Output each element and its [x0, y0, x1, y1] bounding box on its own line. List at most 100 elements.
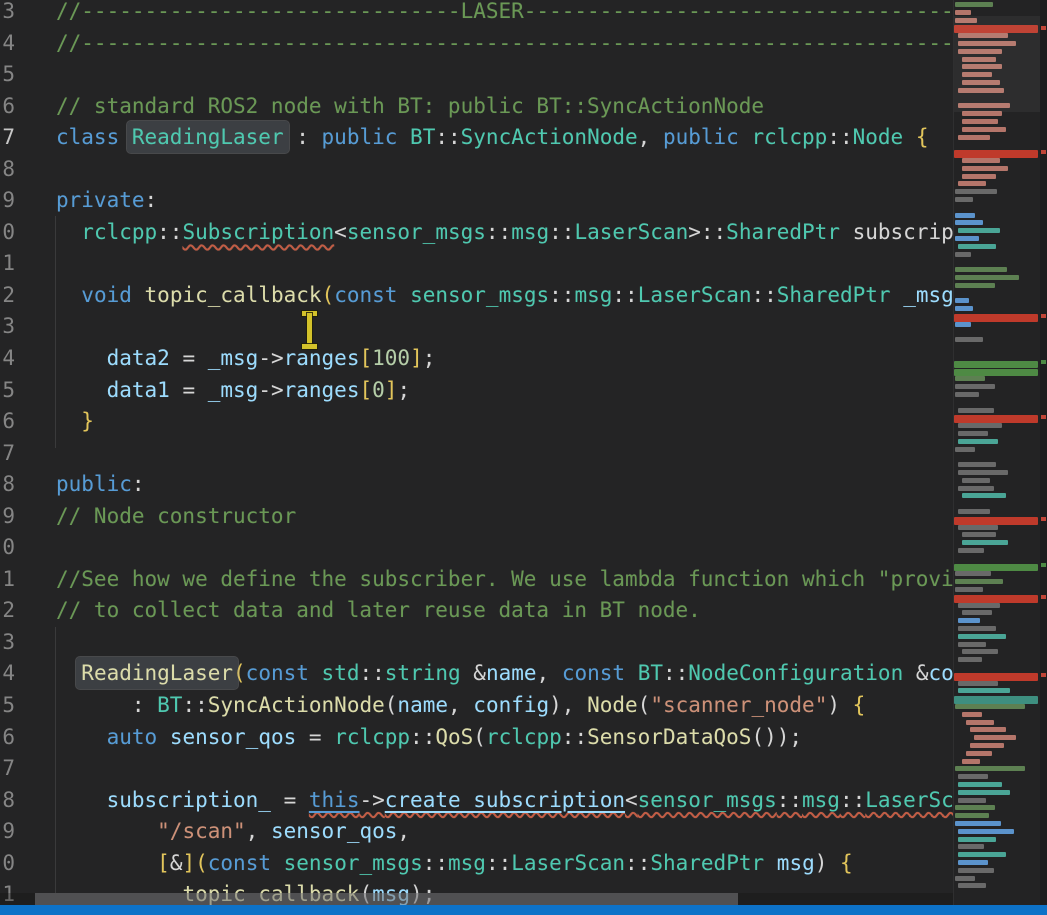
code-line[interactable]: class ReadingLaser : public BT::SyncActi…: [56, 122, 953, 154]
code-line[interactable]: void topic_callback(const sensor_msgs::m…: [56, 280, 953, 312]
code-line[interactable]: [56, 248, 953, 280]
code-line[interactable]: //--------------------------------------…: [56, 28, 953, 60]
code-line[interactable]: [56, 59, 953, 91]
line-number[interactable]: 7: [0, 438, 15, 470]
code-line[interactable]: data2 = _msg->ranges[100];: [56, 343, 953, 375]
minimap-row: [954, 361, 1038, 368]
line-number[interactable]: 7: [0, 753, 15, 785]
vscode-editor-window: 34567890123456789012345678901 //--------…: [0, 0, 1047, 915]
minimap-row: [962, 759, 980, 764]
code-line[interactable]: ReadingLaser(const std::string &name, co…: [56, 658, 953, 690]
code-line[interactable]: //See how we define the subscriber. We u…: [56, 564, 953, 596]
code-line[interactable]: //------------------------------LASER---…: [56, 0, 953, 28]
code-line[interactable]: [56, 438, 953, 470]
minimap-row: [962, 540, 1008, 545]
minimap-row: [958, 439, 998, 444]
minimap-row: [958, 470, 1008, 475]
minimap-row: [974, 735, 1016, 740]
code-line[interactable]: data1 = _msg->ranges[0];: [56, 375, 953, 407]
line-number[interactable]: 5: [0, 375, 15, 407]
minimap-row: [955, 322, 971, 327]
minimap-row: [958, 509, 990, 514]
line-number[interactable]: 6: [0, 91, 15, 123]
line-number[interactable]: 9: [0, 816, 15, 848]
minimap-row: [955, 213, 975, 218]
minimap-row: [962, 166, 1008, 171]
line-number[interactable]: 0: [0, 217, 15, 249]
minimap-row: [958, 228, 1000, 233]
minimap-row: [958, 798, 986, 803]
code-area[interactable]: 34567890123456789012345678901 //--------…: [0, 0, 953, 915]
line-number[interactable]: 5: [0, 690, 15, 722]
code-line[interactable]: rclcpp::Subscription<sensor_msgs::msg::L…: [56, 217, 953, 249]
minimap-row: [966, 751, 992, 756]
line-number[interactable]: 3: [0, 311, 15, 343]
line-number[interactable]: 5: [0, 59, 15, 91]
minimap-row: [955, 392, 979, 397]
code-line[interactable]: "/scan", sensor_qos,: [56, 816, 953, 848]
line-number[interactable]: 6: [0, 722, 15, 754]
code-line[interactable]: [56, 753, 953, 785]
code-line[interactable]: : BT::SyncActionNode(name, config), Node…: [56, 690, 953, 722]
minimap[interactable]: [953, 0, 1041, 915]
minimap-row: [962, 712, 982, 717]
minimap-row: [958, 844, 984, 849]
code-line[interactable]: public:: [56, 469, 953, 501]
horizontal-scrollbar[interactable]: [0, 893, 953, 905]
line-number[interactable]: 0: [0, 848, 15, 880]
minimap-row: [955, 283, 995, 288]
line-number[interactable]: 9: [0, 501, 15, 533]
minimap-row: [958, 431, 988, 436]
minimap-row: [962, 174, 996, 179]
minimap-row: [958, 852, 1006, 857]
code-line[interactable]: [56, 154, 953, 186]
minimap-row: [955, 236, 979, 241]
code-line[interactable]: // Node constructor: [56, 501, 953, 533]
minimap-row: [958, 462, 996, 467]
code-line[interactable]: [56, 311, 953, 343]
horizontal-scrollbar-thumb[interactable]: [35, 893, 738, 905]
line-number[interactable]: 8: [0, 469, 15, 501]
line-number[interactable]: 3: [0, 627, 15, 659]
code-line[interactable]: // standard ROS2 node with BT: public BT…: [56, 91, 953, 123]
line-number-gutter[interactable]: 34567890123456789012345678901: [0, 0, 15, 911]
line-number[interactable]: 1: [0, 248, 15, 280]
code-line[interactable]: [&](const sensor_msgs::msg::LaserScan::S…: [56, 848, 953, 880]
code-line[interactable]: }: [56, 406, 953, 438]
minimap-row: [958, 135, 990, 140]
line-number[interactable]: 8: [0, 154, 15, 186]
line-number[interactable]: 2: [0, 595, 15, 627]
line-number[interactable]: 4: [0, 658, 15, 690]
minimap-row: [955, 10, 971, 15]
line-number[interactable]: 2: [0, 280, 15, 312]
minimap-row: [955, 252, 971, 257]
status-bar[interactable]: [0, 905, 1047, 915]
line-number[interactable]: 8: [0, 785, 15, 817]
minimap-row: [955, 197, 973, 202]
minimap-row: [958, 244, 996, 249]
line-number[interactable]: 4: [0, 28, 15, 60]
line-number[interactable]: 7: [0, 122, 15, 154]
minimap-slider[interactable]: [954, 16, 1041, 112]
line-number[interactable]: 0: [0, 532, 15, 564]
code-line[interactable]: auto sensor_qos = rclcpp::QoS(rclcpp::Se…: [56, 722, 953, 754]
minimap-row: [955, 579, 1003, 584]
line-number[interactable]: 3: [0, 0, 15, 28]
code-line[interactable]: private:: [56, 185, 953, 217]
code-line[interactable]: // to collect data and later reuse data …: [56, 595, 953, 627]
code-line[interactable]: [56, 532, 953, 564]
code-line[interactable]: [56, 627, 953, 659]
code-line[interactable]: subscription_ = this->create_subscriptio…: [56, 785, 953, 817]
minimap-row: [958, 486, 994, 491]
line-number[interactable]: 1: [0, 564, 15, 596]
minimap-row: [962, 649, 998, 654]
line-number[interactable]: 9: [0, 185, 15, 217]
code-lines[interactable]: //------------------------------LASER---…: [56, 0, 953, 911]
minimap-row: [955, 587, 983, 592]
minimap-row: [955, 298, 969, 303]
line-number[interactable]: 6: [0, 406, 15, 438]
line-number[interactable]: 4: [0, 343, 15, 375]
minimap-row: [958, 774, 988, 779]
minimap-row: [966, 720, 994, 725]
minimap-row: [955, 447, 975, 452]
